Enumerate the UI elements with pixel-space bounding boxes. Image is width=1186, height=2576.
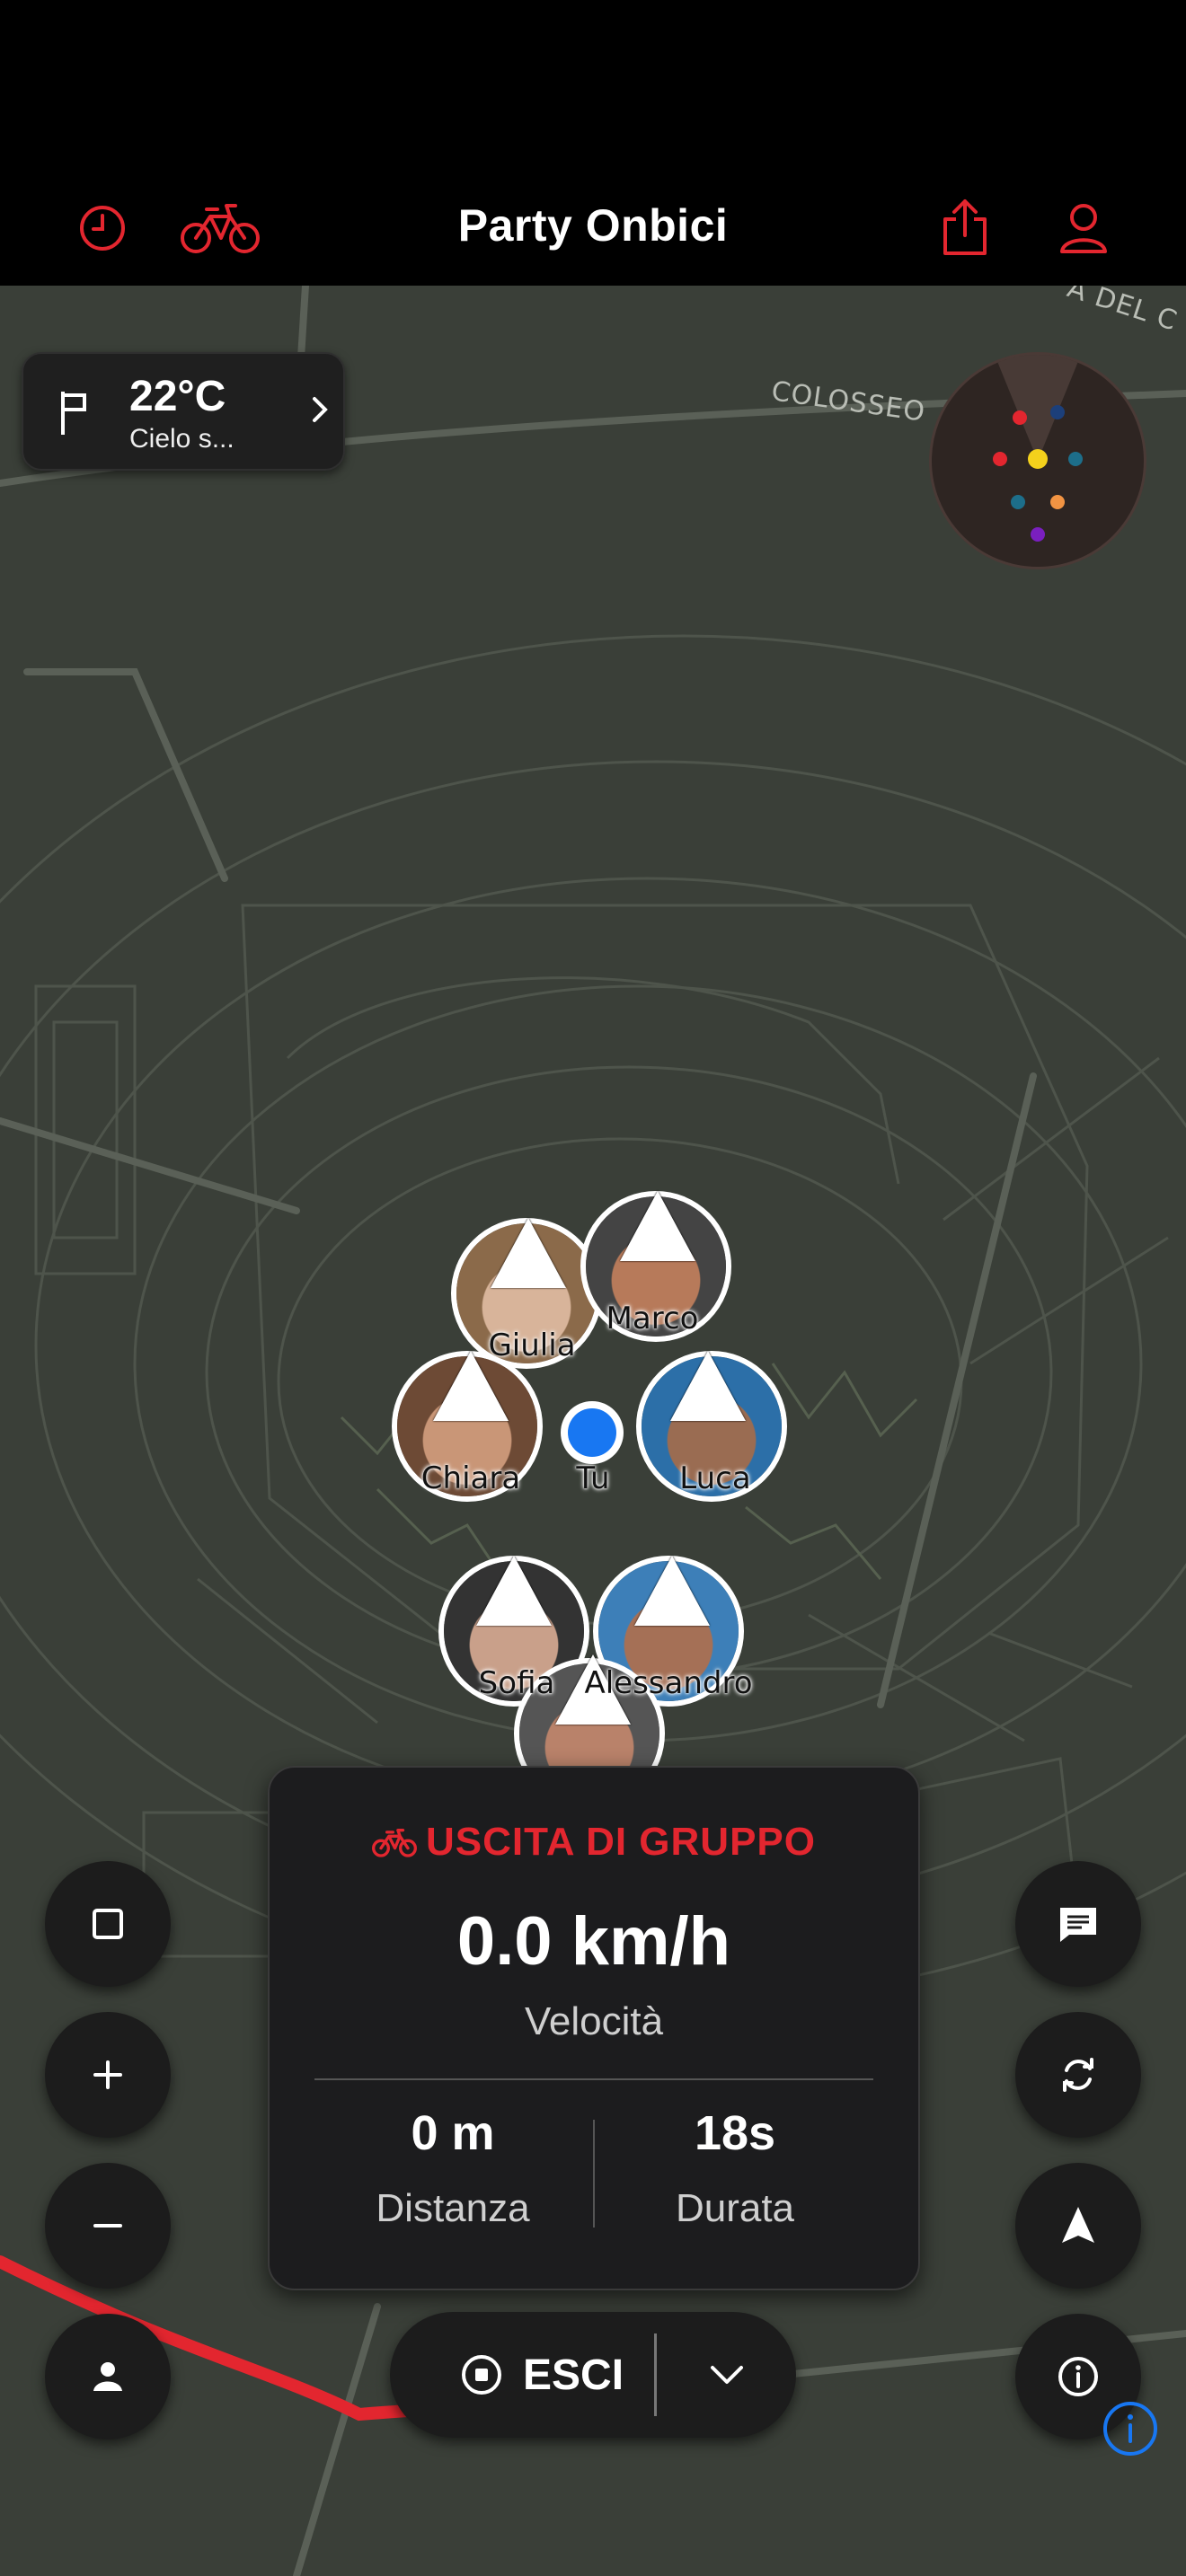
distance-label: Distanza [376, 2186, 530, 2230]
chevron-down-icon [711, 2366, 743, 2384]
profile-button[interactable] [1057, 199, 1111, 257]
current-location-marker [561, 1401, 624, 1464]
rider-name-luca: Luca [679, 1460, 751, 1496]
heading-arrow [491, 1218, 566, 1288]
share-icon [943, 199, 987, 255]
group-radar[interactable] [929, 352, 1146, 569]
person-icon [93, 2362, 122, 2391]
rider-name-giulia: Giulia [488, 1328, 576, 1363]
speed-value: 0.0 km/h [456, 1903, 731, 1980]
radar-rider-dot [1028, 449, 1048, 469]
person-icon [1060, 204, 1107, 253]
square-button[interactable] [45, 1861, 171, 1987]
my-profile-button[interactable] [45, 2314, 171, 2439]
chevron-right-icon [313, 397, 328, 422]
bike-icon [371, 1828, 417, 1857]
radar-rider-dot [1011, 495, 1025, 509]
rider-name-marco: Marco [606, 1301, 699, 1337]
square-icon [93, 1909, 123, 1939]
radar-rider-dot [1068, 452, 1083, 466]
plus-icon [93, 2060, 122, 2089]
radar-rider-dot [993, 452, 1007, 466]
app-title: Party Onbici [457, 200, 729, 251]
exit-separator [654, 2333, 657, 2416]
stop-icon [462, 2355, 501, 2395]
navigation-arrow-icon [1062, 2207, 1094, 2243]
heading-arrow [476, 1556, 552, 1626]
exit-button[interactable]: ESCI [460, 2312, 624, 2438]
radar-view [993, 355, 1083, 542]
radar-rider-dot [1013, 410, 1027, 425]
ride-mode-label: USCITA DI GRUPPO [425, 1820, 817, 1864]
radar-rider-dot [1050, 405, 1065, 419]
weather-temperature: 22°C [129, 373, 226, 420]
refresh-icon [1063, 2058, 1093, 2092]
exit-options-button[interactable] [659, 2312, 794, 2438]
top-bar: Party Onbici [0, 0, 1186, 286]
radar-rider-dot [1050, 495, 1065, 509]
rider-name-alessandro: Alessandro [584, 1665, 753, 1701]
zoom-in-button[interactable] [45, 2012, 171, 2138]
radar-rider-dot [1031, 527, 1045, 542]
speed-label: Velocità [524, 1999, 664, 2043]
chat-icon [1060, 1908, 1096, 1942]
zoom-out-button[interactable] [45, 2163, 171, 2289]
map-attribution-icon[interactable] [1102, 2400, 1159, 2457]
ride-stats-card: USCITA DI GRUPPO 0.0 km/h Velocità 0 m D… [268, 1766, 920, 2290]
stats-divider [314, 2078, 873, 2080]
rider-name-chiara: Chiara [420, 1460, 521, 1496]
exit-label: ESCI [523, 2351, 624, 2399]
heading-arrow [634, 1556, 710, 1626]
heading-arrow [620, 1191, 695, 1261]
share-button[interactable] [938, 196, 992, 259]
exit-bar: ESCI [390, 2312, 796, 2438]
weather-card[interactable]: 22°C Cielo s... [22, 352, 345, 471]
rider-name-sofia: Sofia [478, 1665, 555, 1701]
stats-column-divider [593, 2120, 595, 2228]
refresh-button[interactable] [1015, 2012, 1141, 2138]
minus-icon [93, 2224, 122, 2228]
rider-name-you: Tu [576, 1460, 610, 1496]
recenter-button[interactable] [1015, 2163, 1141, 2289]
duration-value: 18s [694, 2106, 776, 2160]
flag-icon [61, 392, 86, 435]
duration-label: Durata [675, 2186, 795, 2230]
chat-button[interactable] [1015, 1861, 1141, 1987]
info-icon [1058, 2357, 1098, 2396]
weather-condition: Cielo s... [129, 424, 235, 454]
ride-mode-header: USCITA DI GRUPPO [270, 1820, 918, 1865]
heading-arrow [670, 1351, 746, 1421]
distance-value: 0 m [411, 2106, 495, 2160]
